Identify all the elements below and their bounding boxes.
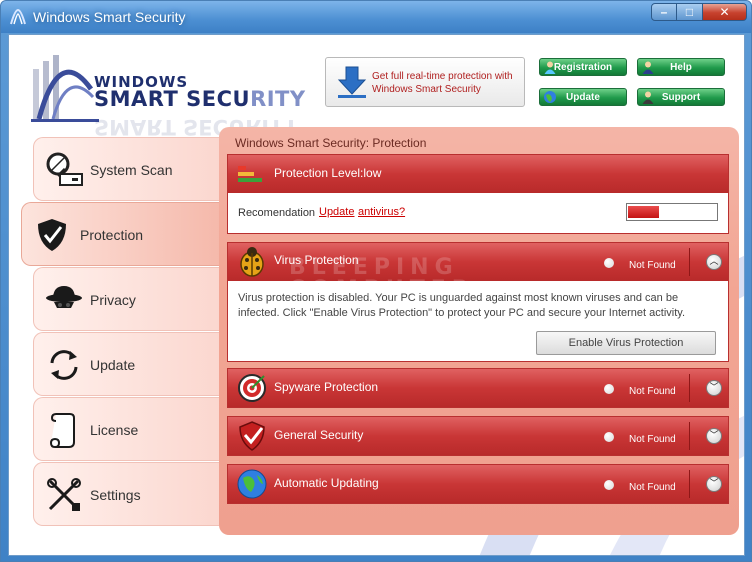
globe-icon [237,469,267,499]
nav-label-license: License [90,422,139,438]
automatic-updating-section[interactable]: Automatic Updating Not Found ﹀ [227,464,729,504]
nav-item-settings[interactable]: Settings [33,462,219,526]
scroll-icon [50,413,75,448]
registration-button[interactable]: Registration [539,58,627,76]
client-area: WINDOWS SMART SECURITY SMART SECURITY Ge… [8,34,745,556]
protection-level-meter [626,203,718,221]
person-help-icon [642,61,654,74]
general-security-header[interactable]: General Security Not Found ﹀ [228,417,728,455]
antivirus-link[interactable]: antivirus? [358,206,405,218]
spyware-protection-section[interactable]: Spyware Protection Not Found ﹀ [227,368,729,408]
user-icon [544,61,556,74]
chevron-down-icon[interactable]: ﹀ [706,428,722,444]
title-bar[interactable]: Windows Smart Security – □ ✕ [1,1,751,33]
promo-banner[interactable]: Get full real-time protection with Windo… [325,57,525,107]
nav-item-license[interactable]: License [33,397,219,461]
nav-item-system-scan[interactable]: System Scan [33,137,219,201]
header-divider [689,248,690,276]
recommendation-label: Recomendation [238,207,316,219]
nav-item-update[interactable]: Update [33,332,219,396]
globe-icon [544,91,556,103]
protection-panel: Windows Smart Security: Protection Prote… [219,127,739,535]
panel-title: Windows Smart Security: Protection [235,136,427,150]
shield-check-icon [239,421,265,451]
update-link[interactable]: Update [319,206,354,218]
general-status-text: Not Found [629,434,676,445]
header-divider [689,374,690,402]
nav-item-protection[interactable]: Protection [21,202,219,266]
support-button[interactable]: Support [637,88,725,106]
header-divider [689,422,690,450]
app-window: Windows Smart Security – □ ✕ WINDOWS SMA… [0,0,752,562]
recommendation-row: Recomendation Update antivirus? [228,193,728,233]
general-security-section[interactable]: General Security Not Found ﹀ [227,416,729,456]
nav-label-update: Update [90,357,136,373]
virus-status-indicator [604,258,614,268]
protection-level-section: Protection Level:low Recomendation Updat… [227,154,729,234]
close-button[interactable]: ✕ [703,3,747,21]
registration-label: Registration [553,62,613,73]
virus-status-text: Not Found [629,260,676,271]
spyware-protection-header[interactable]: Spyware Protection Not Found ﹀ [228,369,728,407]
level-bars-icon [238,166,262,182]
chevron-up-icon[interactable]: ︿ [706,254,722,270]
tools-icon [47,478,81,511]
promo-text: Get full real-time protection with Windo… [372,71,513,95]
nav-label-system-scan: System Scan [90,162,173,178]
magnifier-icon [46,152,83,186]
update-label: Update [566,92,600,103]
protection-level-header: Protection Level:low [228,155,728,193]
automatic-updating-title: Automatic Updating [274,476,379,490]
app-logo-icon [10,8,26,25]
updating-status-text: Not Found [629,482,676,493]
nav-label-settings: Settings [90,487,141,503]
nav-label-privacy: Privacy [90,292,136,308]
refresh-arrows-icon [50,350,78,380]
general-security-title: General Security [274,428,364,442]
window-controls: – □ ✕ [651,3,747,21]
target-icon [238,374,266,402]
general-status-indicator [604,432,614,442]
download-arrow-icon [337,66,367,98]
nav-item-privacy[interactable]: Privacy [33,267,219,331]
updating-status-indicator [604,480,614,490]
nav-label-protection: Protection [80,227,144,243]
spyware-status-text: Not Found [629,386,676,397]
spy-hat-icon [46,286,82,308]
spyware-protection-title: Spyware Protection [274,380,379,394]
spyware-status-indicator [604,384,614,394]
logo-text-smart-security: SMART SECURITY [94,87,306,111]
update-button[interactable]: Update [539,88,627,106]
ladybug-icon [240,247,264,277]
help-button[interactable]: Help [637,58,725,76]
protection-level-title: Protection Level:low [274,166,382,180]
chevron-down-icon[interactable]: ﹀ [706,476,722,492]
watermark: BLEEPING COMPUTER [289,257,475,301]
help-label: Help [670,62,692,73]
watermark-line1: BLEEPING [289,255,459,280]
automatic-updating-header[interactable]: Automatic Updating Not Found ﹀ [228,465,728,503]
logo-text-part-a: SMART SECU [94,87,251,111]
protection-level-meter-fill [628,206,659,218]
chevron-down-icon[interactable]: ﹀ [706,380,722,396]
enable-virus-protection-button[interactable]: Enable Virus Protection [536,331,716,355]
shield-icon [38,219,66,251]
minimize-button[interactable]: – [651,3,677,21]
maximize-button[interactable]: □ [677,3,703,21]
logo-text-part-b: RITY [250,87,306,111]
person-support-icon [642,91,654,104]
support-label: Support [661,92,701,103]
header-divider [689,470,690,498]
watermark-line2: COMPUTER [289,277,475,302]
window-title: Windows Smart Security [33,9,186,25]
